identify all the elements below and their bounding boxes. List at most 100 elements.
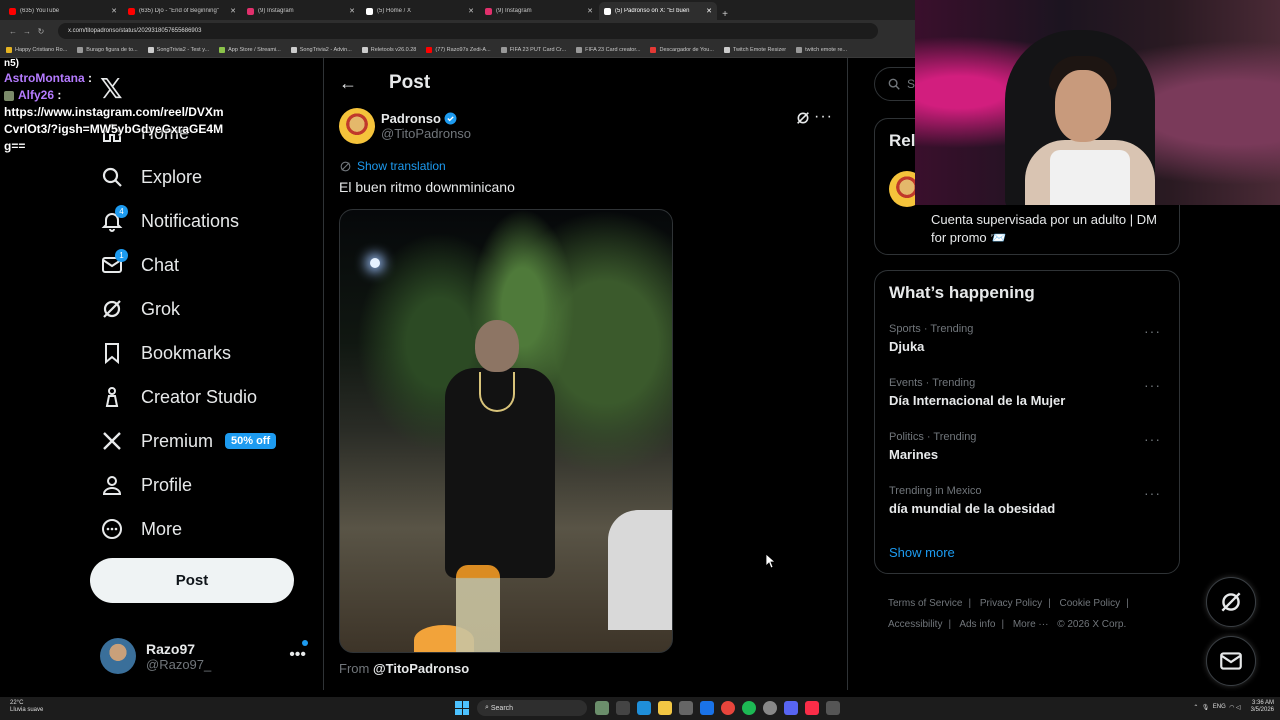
show-translation-link[interactable]: Show translation — [339, 159, 446, 173]
author-avatar[interactable] — [339, 108, 375, 144]
youtube-icon — [128, 7, 135, 15]
browser-tab[interactable]: (635) Djo - "End of Beginning" ✕ — [123, 2, 241, 20]
trend-item[interactable]: Politics · Trending Marines ··· — [889, 431, 1169, 462]
footer-link[interactable]: Accessibility — [888, 619, 942, 630]
bookmark-item[interactable]: Descargador de You... — [650, 46, 714, 53]
trend-item[interactable]: Events · Trending Día Internacional de l… — [889, 377, 1169, 408]
taskbar-app-icon[interactable] — [595, 701, 609, 715]
file-explorer-icon[interactable] — [658, 701, 672, 715]
bookmark-item[interactable]: Happy Cristiano Ro... — [6, 46, 67, 53]
street-light — [370, 258, 380, 268]
wifi-icon[interactable]: ◠ — [1229, 704, 1234, 711]
tray-chevron-icon[interactable]: ⌃ — [1193, 704, 1198, 711]
account-switcher[interactable]: Razo97 @Razo97_ ••• — [100, 638, 312, 674]
more-horizontal-icon[interactable]: ··· — [1144, 431, 1161, 447]
language-indicator[interactable]: ENG — [1213, 704, 1226, 710]
bookmark-item[interactable]: FIFA 23 Card creator... — [576, 46, 640, 53]
nav-item-bookmarks[interactable]: Bookmarks — [100, 338, 231, 368]
post-button[interactable]: Post — [90, 558, 294, 603]
footer-link[interactable]: Terms of Service — [888, 598, 962, 609]
post-video[interactable] — [339, 209, 673, 653]
grok-icon[interactable] — [795, 110, 811, 131]
nav-item-chat[interactable]: 1 Chat — [100, 249, 179, 280]
browser-tab[interactable]: (9) Instagram ✕ — [242, 2, 360, 20]
weather-widget[interactable]: 22°C Lluvia suave — [10, 700, 43, 714]
bookmark-item[interactable]: (77) Razo97s Zedi-A... — [426, 46, 491, 53]
bookmark-item[interactable]: App Store / Streami... — [219, 46, 281, 53]
bookmark-icon — [290, 46, 297, 53]
discord-icon[interactable] — [784, 701, 798, 715]
notification-count-badge: 4 — [115, 205, 128, 218]
browser-tab[interactable]: (5) Home / X ✕ — [361, 2, 479, 20]
post-author[interactable]: Padronso @TitoPadronso — [339, 108, 471, 144]
clock[interactable]: 3:36 AM 3/5/2026 — [1251, 700, 1274, 714]
footer-link[interactable]: Cookie Policy — [1060, 598, 1121, 609]
taskbar-app-icon[interactable] — [826, 701, 840, 715]
bookmark-icon — [796, 46, 803, 53]
more-horizontal-icon[interactable]: ··· — [1144, 377, 1161, 393]
video-attribution: From @TitoPadronso — [339, 661, 470, 676]
post-column: ← Post Padronso @TitoPadronso ··· Show t… — [323, 58, 848, 690]
music-icon[interactable] — [805, 701, 819, 715]
browser-tab[interactable]: (9) Instagram ✕ — [480, 2, 598, 20]
author-name-row[interactable]: Padronso — [381, 111, 471, 126]
close-tab-icon[interactable]: ✕ — [230, 7, 236, 15]
nav-item-profile[interactable]: Profile — [100, 470, 192, 500]
nav-item-creator-studio[interactable]: Creator Studio — [100, 382, 257, 412]
show-more-link[interactable]: Show more — [889, 545, 955, 560]
windows-start-icon[interactable] — [455, 701, 469, 715]
back-arrow-icon[interactable]: ← — [339, 73, 359, 94]
store-icon[interactable] — [679, 701, 693, 715]
nav-item-grok[interactable]: Grok — [100, 294, 180, 324]
footer-link[interactable]: Privacy Policy — [980, 598, 1042, 609]
nav-item-notifications[interactable]: 4 Notifications — [100, 205, 239, 236]
address-bar-row: ← → ↻ x.com/titopadronso/status/20293180… — [0, 20, 915, 42]
taskbar-search[interactable]: ⌕ Search — [477, 700, 587, 716]
close-tab-icon[interactable]: ✕ — [468, 7, 474, 15]
close-tab-icon[interactable]: ✕ — [349, 7, 355, 15]
obs-icon[interactable] — [763, 701, 777, 715]
bookmark-item[interactable]: Burago figura de to... — [77, 46, 138, 53]
browser-tab-active[interactable]: (5) Padronso on X: "El buen ✕ — [599, 2, 717, 20]
task-view-icon[interactable] — [616, 701, 630, 715]
reload-icon[interactable]: ↻ — [34, 27, 48, 36]
new-tab-button[interactable]: + — [718, 9, 732, 20]
nav-item-more[interactable]: More — [100, 514, 182, 544]
chrome-icon[interactable] — [721, 701, 735, 715]
bookmark-item[interactable]: SongTrivia2 - Advin... — [290, 46, 352, 53]
spotify-icon[interactable] — [742, 701, 756, 715]
bookmark-item[interactable]: Twitch Emote Resizer — [723, 46, 786, 53]
footer-link[interactable]: Ads info — [959, 619, 995, 630]
trend-item[interactable]: Sports · Trending Djuka ··· — [889, 323, 1169, 354]
more-horizontal-icon[interactable]: ••• — [289, 646, 306, 664]
more-horizontal-icon[interactable]: ··· — [1144, 323, 1161, 339]
edge-icon[interactable] — [637, 701, 651, 715]
more-horizontal-icon[interactable]: ··· — [1144, 485, 1161, 501]
bookmark-item[interactable]: SongTrivia2 - Test y... — [147, 46, 209, 53]
url-input[interactable]: x.com/titopadronso/status/20293180576556… — [58, 23, 878, 39]
messages-fab-button[interactable] — [1206, 636, 1256, 686]
back-icon[interactable]: ← — [6, 27, 20, 36]
nav-item-explore[interactable]: Explore — [100, 162, 202, 192]
close-tab-icon[interactable]: ✕ — [706, 7, 712, 15]
chat-message: AstroMontana : — [4, 71, 93, 85]
close-tab-icon[interactable]: ✕ — [111, 7, 117, 15]
bookmark-item[interactable]: Reletools v26.0.28 — [361, 46, 416, 53]
close-tab-icon[interactable]: ✕ — [587, 7, 593, 15]
bookmark-icon — [723, 46, 730, 53]
volume-icon[interactable]: ◁ — [1236, 704, 1241, 711]
mail-app-icon[interactable] — [700, 701, 714, 715]
bookmark-item[interactable]: twitch emote re... — [796, 46, 847, 53]
grok-fab-button[interactable] — [1206, 577, 1256, 627]
attribution-handle-link[interactable]: @TitoPadronso — [373, 661, 469, 676]
trend-item[interactable]: Trending in Mexico día mundial de la obe… — [889, 485, 1169, 516]
bookmark-item[interactable]: FIFA 23 PUT Card Cr... — [500, 46, 566, 53]
chat-count-badge: 1 — [115, 249, 128, 262]
more-horizontal-icon[interactable]: ··· — [814, 108, 833, 126]
translate-icon — [340, 161, 351, 171]
footer-more-link[interactable]: More ··· — [1013, 619, 1049, 630]
browser-tab[interactable]: (635) YouTube ✕ — [4, 2, 122, 20]
nav-item-premium[interactable]: Premium 50% off — [100, 426, 277, 456]
microphone-icon[interactable]: 🎙 — [1202, 704, 1210, 711]
forward-icon[interactable]: → — [20, 27, 34, 36]
